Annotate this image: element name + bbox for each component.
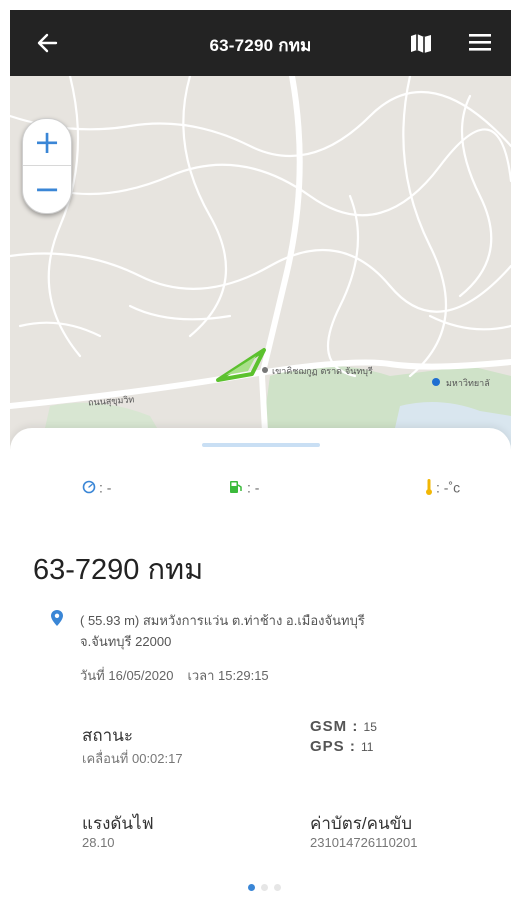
top-app-bar: 63-7290 กทม: [10, 10, 511, 76]
place-label: เขาคิชฌกูฏ ตราด จันทบุรี: [272, 367, 373, 377]
zoom-in-button[interactable]: +: [23, 119, 71, 166]
gsm-value: 15: [363, 720, 377, 734]
gsm-signal: GSM : 15: [310, 718, 377, 735]
map-tiles: [10, 76, 511, 450]
gps-label: GPS :: [310, 738, 356, 755]
thermometer-icon: [426, 479, 432, 496]
location-pin-icon: [51, 610, 63, 626]
gsm-label: GSM :: [310, 718, 359, 735]
app-frame: 63-7290 กทม + − ถนนสุขุมวิท เขาคิชฌกูฏ ต…: [10, 10, 511, 903]
speedometer-icon: [82, 480, 96, 494]
gps-signal: GPS : 11: [310, 738, 373, 755]
map-view[interactable]: + − ถนนสุขุมวิท เขาคิชฌกูฏ ตราด จันทบุรี…: [10, 76, 511, 450]
map-view-button[interactable]: [408, 31, 434, 55]
page-dot-3[interactable]: [274, 884, 281, 891]
fuel-stat: : -: [228, 478, 259, 502]
speed-stat: : -: [82, 478, 111, 502]
timestamp: วันที่ 16/05/2020 เวลา 15:29:15: [80, 665, 269, 686]
date-text: วันที่ 16/05/2020: [80, 668, 174, 683]
time-text: เวลา 15:29:15: [187, 668, 269, 683]
hamburger-menu-icon: [469, 34, 491, 51]
page-indicator: [248, 878, 287, 891]
map-icon: [411, 34, 431, 53]
vehicle-detail-sheet: : - : - : -˚c 63-7290 กทม ( 55.93 m) สมห…: [10, 428, 511, 903]
driver-card-label: ค่าบัตร/คนขับ: [310, 814, 413, 833]
temperature-value: : -˚c: [436, 479, 461, 496]
poi-label: มหาวิทยาลั: [446, 379, 490, 389]
status-label: สถานะ: [82, 726, 133, 745]
vehicle-arrow-icon: [216, 348, 266, 382]
address-line-1: ( 55.93 m) สมหวังการแว่น ต.ท่าช้าง อ.เมื…: [80, 613, 365, 628]
page-dot-1[interactable]: [248, 884, 255, 891]
page-title: 63-7290 กทม: [209, 36, 312, 55]
fuel-value: : -: [247, 479, 260, 496]
temperature-stat: : -˚c: [425, 478, 460, 502]
page-dot-2[interactable]: [261, 884, 268, 891]
address-line-2: จ.จันทบุรี 22000: [80, 634, 172, 649]
vehicle-plate: 63-7290 กทม: [33, 554, 204, 586]
sheet-drag-handle[interactable]: [202, 443, 320, 447]
gps-value: 11: [361, 740, 374, 754]
menu-button[interactable]: [466, 30, 494, 54]
voltage-value: 28.10: [82, 835, 115, 850]
speed-value: : -: [99, 479, 112, 496]
vehicle-marker[interactable]: [212, 344, 272, 384]
zoom-out-button[interactable]: −: [23, 166, 71, 212]
driver-card-value: 231014726110201: [310, 835, 418, 850]
fuel-pump-icon: [230, 481, 242, 494]
vehicle-address: ( 55.93 m) สมหวังการแว่น ต.ท่าช้าง อ.เมื…: [80, 610, 490, 652]
zoom-control: + −: [22, 118, 72, 214]
status-value: เคลื่อนที่ 00:02:17: [82, 751, 183, 766]
voltage-label: แรงดันไฟ: [82, 814, 154, 833]
